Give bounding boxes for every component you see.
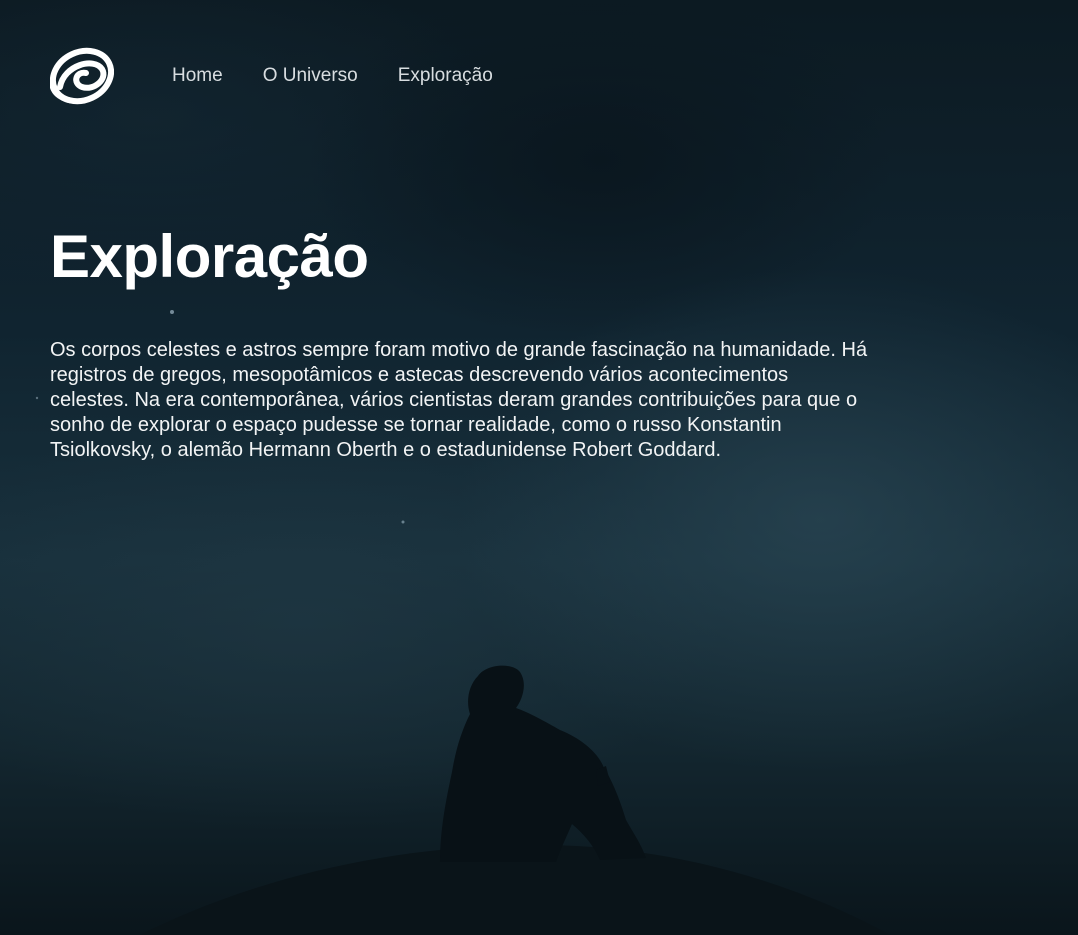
nav-link-o-universo[interactable]: O Universo: [263, 65, 358, 87]
intro-paragraph: Os corpos celestes e astros sempre foram…: [50, 339, 868, 461]
star: [401, 520, 405, 524]
background-scene: [35, 310, 890, 935]
star: [35, 396, 39, 400]
nav-link-home[interactable]: Home: [172, 65, 223, 87]
spiral-galaxy-logo-icon[interactable]: [50, 47, 114, 105]
page-title: Exploração: [50, 223, 369, 290]
site-header: Home O Universo Exploração: [50, 46, 493, 106]
main-nav: Home O Universo Exploração: [172, 65, 493, 87]
star: [170, 310, 174, 314]
nav-link-exploracao[interactable]: Exploração: [398, 65, 493, 87]
sitting-person-silhouette: [440, 665, 646, 862]
